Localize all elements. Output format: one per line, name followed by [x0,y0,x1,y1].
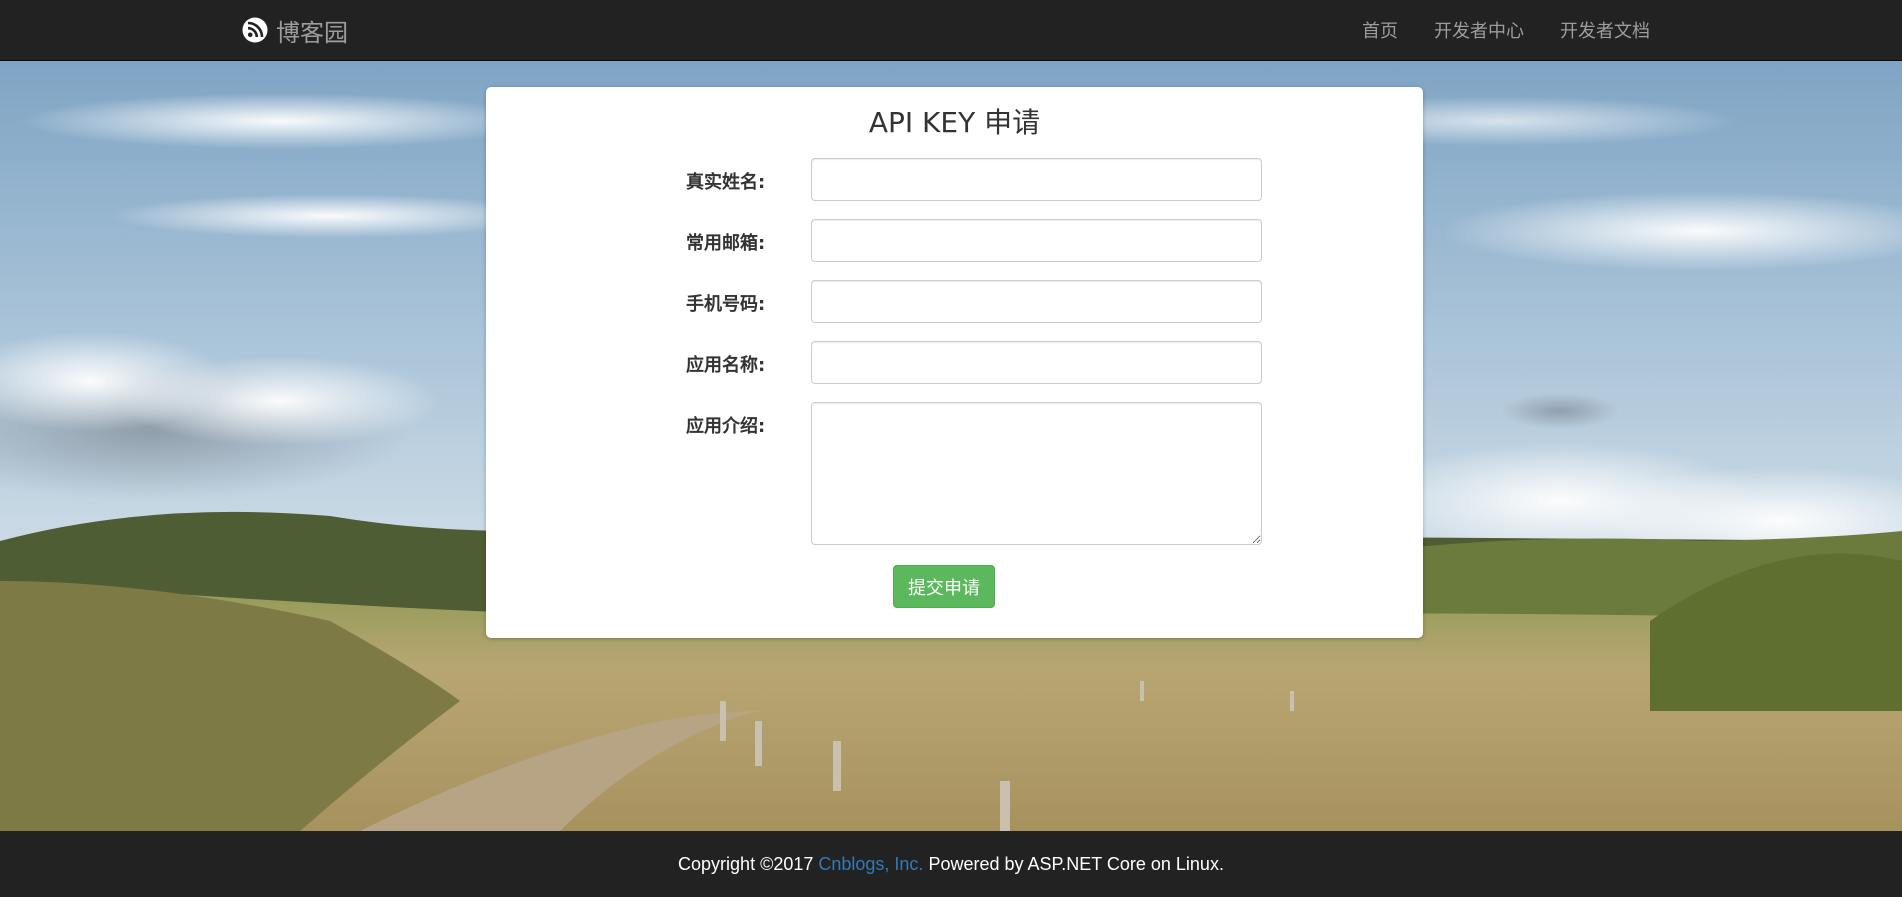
footer: Copyright ©2017 Cnblogs, Inc. Powered by… [0,831,1902,897]
phone-input[interactable] [811,280,1262,323]
app-name-label: 应用名称: [686,355,766,376]
nav-links: 首页 开发者中心 开发者文档 [1326,0,1650,60]
nav-link-home[interactable]: 首页 [1362,17,1398,43]
app-description-label: 应用介绍: [686,416,766,437]
form-title: API KEY 申请 [868,106,1041,139]
form-row-app-description: 应用介绍: [486,402,1423,545]
form-row-phone: 手机号码: [486,280,1423,324]
form-row-app-name: 应用名称: [486,341,1423,385]
footer-powered-by: Powered by ASP.NET Core on Linux. [923,854,1224,874]
cnblogs-logo-icon [242,17,268,43]
real-name-input[interactable] [811,158,1262,201]
footer-company-link[interactable]: Cnblogs, Inc. [818,854,923,874]
brand-name: 博客园 [276,18,348,47]
nav-link-developer-docs[interactable]: 开发者文档 [1560,17,1650,43]
form-row-real-name: 真实姓名: [486,158,1423,202]
footer-copyright: Copyright ©2017 [678,854,819,874]
api-key-application-card: API KEY 申请 真实姓名: 常用邮箱: 手机号码: 应用名称: 应用介绍:… [486,87,1423,638]
app-name-input[interactable] [811,341,1262,384]
real-name-label: 真实姓名: [686,172,766,193]
app-description-textarea[interactable] [811,402,1262,545]
top-navbar: 博客园 首页 开发者中心 开发者文档 [0,0,1902,61]
email-label: 常用邮箱: [686,233,766,254]
submit-application-button[interactable]: 提交申请 [893,565,995,608]
nav-link-developer-center[interactable]: 开发者中心 [1434,17,1524,43]
phone-label: 手机号码: [686,294,766,315]
email-input[interactable] [811,219,1262,262]
brand-link[interactable]: 博客园 [242,14,348,47]
page: 博客园 首页 开发者中心 开发者文档 API KEY 申请 真实姓名: 常用邮箱… [0,0,1902,897]
form-row-email: 常用邮箱: [486,219,1423,263]
